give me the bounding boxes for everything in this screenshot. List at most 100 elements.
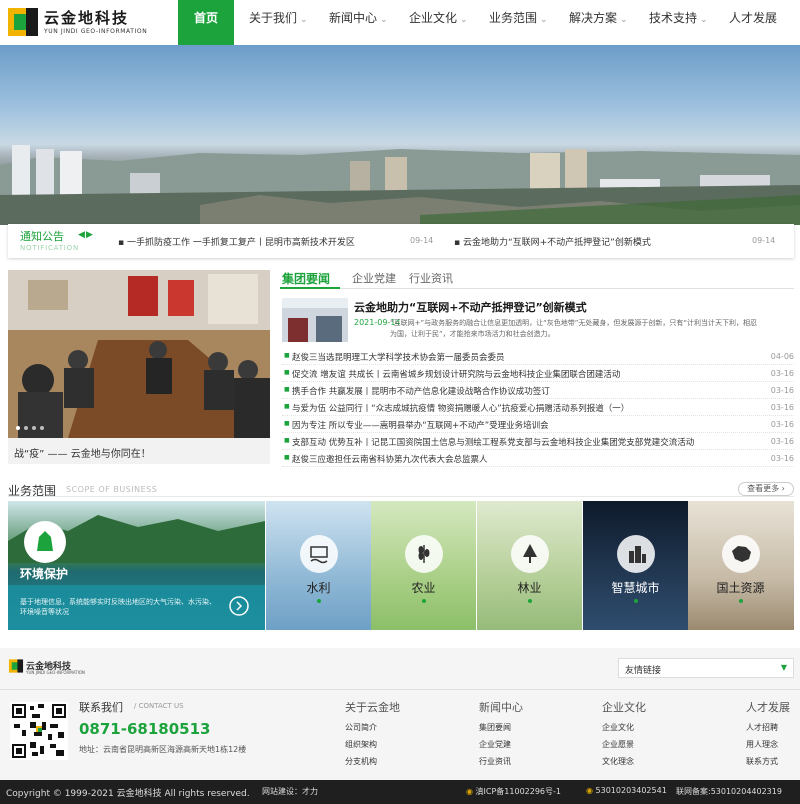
notice-item-text: 云金地助力“互联网+不动产抵押登记”创新模式: [462, 238, 651, 248]
news-item[interactable]: ■ 因为专注 所以专业——嵩明县举办“互联网+不动产”受理业务培训会 03-16: [282, 416, 794, 433]
copyright-text: Copyright © 1999-2021 云金地科技 All rights r…: [6, 789, 250, 799]
icp-record[interactable]: ◉ 滇ICP备11002296号-1: [466, 786, 561, 797]
nav-news[interactable]: 新闻中心 ⌄: [329, 0, 388, 45]
contact-phone[interactable]: 0871-68180513: [79, 720, 210, 738]
news-item-date: 03-16: [770, 369, 794, 378]
nav-culture[interactable]: 企业文化 ⌄: [409, 0, 468, 45]
news-item-title: 赵俊三应邀担任云南省科协第九次代表大会总监票人: [292, 455, 488, 465]
police-record[interactable]: ◉ 53010203402541: [586, 786, 667, 795]
police-number: 53010203402541: [595, 786, 667, 795]
footer-column-title[interactable]: 企业文化: [602, 699, 646, 715]
slider-dot[interactable]: [24, 426, 28, 430]
water-icon: [300, 535, 338, 573]
icp-number: 滇ICP备11002296号-1: [475, 787, 561, 796]
view-more-label: 查看更多: [747, 484, 780, 493]
news-item[interactable]: ■ 促交流 增友谊 共成长丨云南省城乡规划设计研究院与云金地科技企业集团联合团建活…: [282, 365, 794, 382]
copyright-bar: Copyright © 1999-2021 云金地科技 All rights r…: [0, 780, 800, 804]
police-badge-icon: ◉: [466, 787, 473, 796]
view-more-button[interactable]: 查看更多 ›: [738, 482, 794, 496]
nav-about[interactable]: 关于我们 ⌄: [249, 0, 308, 45]
footer-link[interactable]: 企业文化: [602, 722, 634, 733]
footer-link[interactable]: 企业党建: [479, 739, 511, 750]
news-item-date: 03-16: [770, 420, 794, 429]
business-tile-label: 国土资源: [716, 581, 765, 595]
friendly-links-select[interactable]: 友情链接 ▼: [618, 658, 794, 678]
slider-dot-active[interactable]: [16, 426, 20, 430]
tile-dot: [739, 599, 743, 603]
featured-news-title[interactable]: 云金地助力“互联网+不动产抵押登记”创新模式: [354, 299, 587, 315]
business-tile-land-resources[interactable]: 国土资源: [688, 501, 794, 630]
slider-dot[interactable]: [40, 426, 44, 430]
news-item[interactable]: ■ 支部互动 优势互补丨记昆工国资院国土信息与测绘工程系党支部与云金地科技企业集团…: [282, 433, 794, 450]
tab-party-building[interactable]: 企业党建: [352, 270, 396, 286]
slider-dot[interactable]: [32, 426, 36, 430]
news-item[interactable]: ■ 赵俊三当选昆明理工大学科学技术协会第一届委员会委员 04-06: [282, 348, 794, 365]
nav-support[interactable]: 技术支持 ⌄: [649, 0, 708, 45]
police-badge-icon: ◉: [586, 786, 593, 795]
news-item[interactable]: ■ 赵俊三应邀担任云南省科协第九次代表大会总监票人 03-16: [282, 450, 794, 467]
photo-caption[interactable]: 战“疫” —— 云金地与你同在！: [14, 445, 151, 460]
notice-item-text: 一手抓防疫工作 一手抓复工复产丨昆明市高新技术开发区: [126, 238, 355, 248]
footer-column-title[interactable]: 人才发展: [746, 699, 790, 715]
footer-link[interactable]: 行业资讯: [479, 756, 511, 767]
business-section-subtitle: SCOPE OF BUSINESS: [66, 485, 158, 494]
tab-industry-news[interactable]: 行业资讯: [409, 270, 453, 286]
business-tile-agriculture[interactable]: 农业: [371, 501, 476, 630]
footer-logo-icon[interactable]: [8, 658, 24, 674]
footer-link[interactable]: 联系方式: [746, 756, 778, 767]
site-built-by[interactable]: 网站建设：才力: [262, 786, 318, 797]
news-item[interactable]: ■ 与爱为伍 公益同行丨“众志成城抗疫情 物资捐赠暖人心”抗疫爱心捐赠活动系列报道…: [282, 399, 794, 416]
network-record[interactable]: 联网备案:53010204402319: [676, 786, 782, 797]
business-tile-label: 农业: [411, 581, 436, 595]
notice-item[interactable]: ▪ 云金地助力“互联网+不动产抵押登记”创新模式: [454, 235, 651, 248]
notice-title: 通知公告: [20, 230, 64, 243]
news-item-date: 03-16: [770, 437, 794, 446]
prev-arrow-icon[interactable]: ◀: [78, 230, 85, 240]
tab-group-news[interactable]: 集团要闻: [282, 270, 330, 287]
next-arrow-icon[interactable]: ▶: [86, 230, 93, 240]
footer-link[interactable]: 分支机构: [345, 756, 377, 767]
city-skyline-image: [0, 145, 800, 225]
footer-link[interactable]: 集团要闻: [479, 722, 511, 733]
chevron-down-icon: ⌄: [380, 15, 388, 25]
hero-banner[interactable]: [0, 45, 800, 225]
business-tile-forestry[interactable]: 林业: [477, 501, 582, 630]
footer-link[interactable]: 文化理念: [602, 756, 634, 767]
tile-dot: [317, 599, 321, 603]
business-main-title: 环境保护: [20, 567, 69, 581]
chevron-down-icon: ⌄: [540, 15, 548, 25]
business-tile-label: 智慧城市: [611, 581, 660, 595]
business-tile-smart-city[interactable]: 智慧城市: [583, 501, 688, 630]
footer-link[interactable]: 组织架构: [345, 739, 377, 750]
nav-business[interactable]: 业务范围 ⌄: [489, 0, 548, 45]
friendly-links-label: 友情链接: [625, 666, 662, 676]
news-item-date: 03-16: [770, 454, 794, 463]
nav-home[interactable]: 首页: [178, 0, 234, 45]
footer-link[interactable]: 人才招聘: [746, 722, 778, 733]
nav-label: 关于我们: [249, 11, 298, 25]
footer-link[interactable]: 用人理念: [746, 739, 778, 750]
company-logo-icon[interactable]: [6, 6, 40, 38]
tile-dot: [422, 599, 426, 603]
tile-dot: [528, 599, 532, 603]
footer-brand-name-en: YUN JINDI GEO-INFORMATION: [26, 670, 85, 675]
footer-column-title[interactable]: 关于云金地: [345, 699, 400, 715]
bullet-icon: ■: [284, 420, 290, 427]
nav-solutions[interactable]: 解决方案 ⌄: [569, 0, 628, 45]
thumbnail-image: [282, 298, 348, 342]
news-item-title: 因为专注 所以专业——嵩明县举办“互联网+不动产”受理业务培训会: [292, 421, 549, 431]
featured-news-summary: “互联网+”与政务服务的融合让信息更加透明，让“灰色地带”无处藏身，但发展源于创…: [390, 319, 757, 338]
news-item-date: 03-16: [770, 386, 794, 395]
featured-news-thumbnail[interactable]: [282, 298, 348, 342]
business-tile-water[interactable]: 水利: [266, 501, 371, 630]
footer-link[interactable]: 公司简介: [345, 722, 377, 733]
news-photo-slider[interactable]: [8, 270, 270, 438]
nav-careers[interactable]: 人才发展: [729, 0, 777, 45]
footer-link[interactable]: 企业愿景: [602, 739, 634, 750]
section-divider: [8, 496, 794, 497]
nav-label: 技术支持: [649, 11, 698, 25]
notice-item[interactable]: ▪ 一手抓防疫工作 一手抓复工复产丨昆明市高新技术开发区: [118, 235, 355, 248]
news-item[interactable]: ■ 携手合作 共赢发展丨昆明市不动产信息化建设战略合作协议成功签订 03-16: [282, 382, 794, 399]
footer-column-title[interactable]: 新闻中心: [479, 699, 523, 715]
business-card-environment[interactable]: 环境保护 基于地理信息，系统能够实时反映出地区的大气污染、水污染、环境噪音等状况: [8, 501, 265, 630]
